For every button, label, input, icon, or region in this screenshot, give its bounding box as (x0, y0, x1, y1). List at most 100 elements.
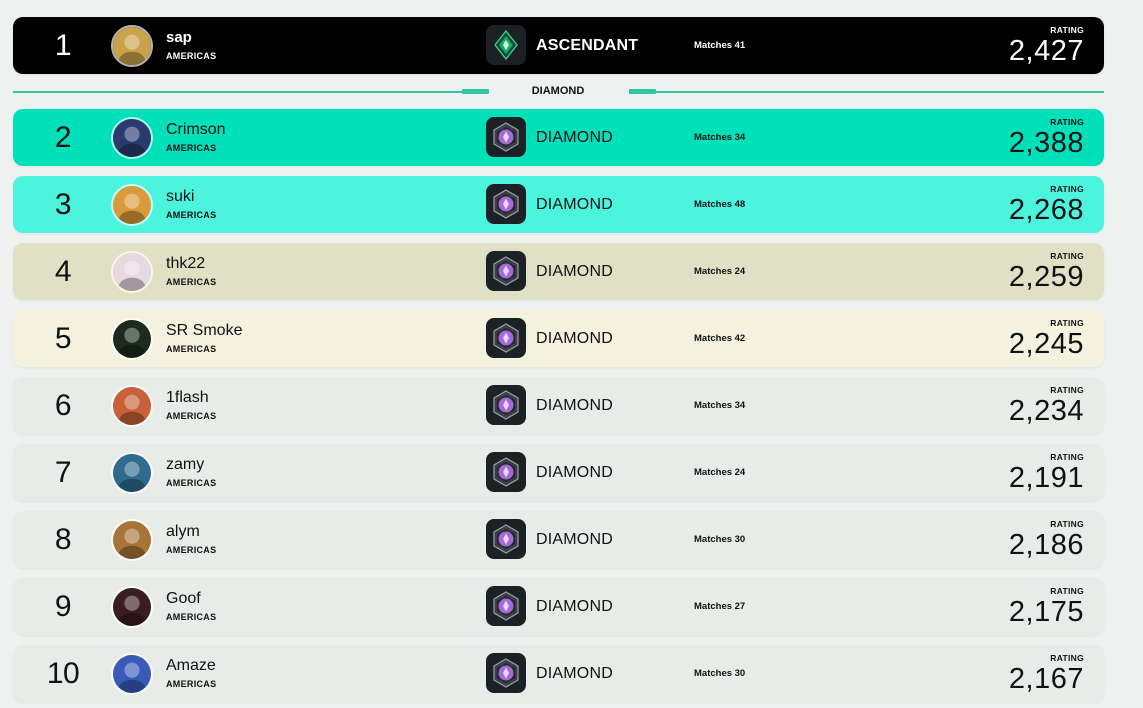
player-name[interactable]: SR Smoke (166, 322, 242, 340)
player-avatar[interactable] (111, 184, 153, 226)
player-avatar[interactable] (111, 117, 153, 159)
tier-name: DIAMOND (536, 665, 613, 682)
leaderboard-row[interactable]: 10 Amaze AMERICAS DIAMOND Matches 30 RATING 2,… (13, 645, 1104, 702)
diamond-icon (486, 251, 526, 291)
matches-count: Matches 48 (694, 199, 746, 210)
rating-label: RATING (1050, 586, 1084, 596)
diamond-icon (486, 184, 526, 224)
player-region: AMERICAS (166, 411, 217, 421)
player-region: AMERICAS (166, 51, 217, 61)
rank-number: 7 (54, 456, 72, 489)
rating-value: 2,175 (1008, 596, 1084, 628)
rank-number: 4 (54, 255, 72, 288)
player-avatar[interactable] (111, 452, 153, 494)
leaderboard-row[interactable]: 3 suki AMERICAS DIAMOND Matches 48 RATING 2,26… (13, 176, 1104, 233)
tier-name: DIAMOND (536, 196, 613, 213)
rating-value: 2,167 (1008, 663, 1084, 695)
rank-number: 3 (54, 188, 72, 221)
matches-count: Matches 41 (694, 40, 746, 51)
tier-name: DIAMOND (536, 464, 613, 481)
rating-value: 2,268 (1008, 194, 1084, 226)
player-avatar[interactable] (111, 519, 153, 561)
diamond-icon (486, 452, 526, 492)
rating-value: 2,245 (1008, 328, 1084, 360)
tier-name: ASCENDANT (536, 37, 639, 54)
rating-label: RATING (1050, 653, 1084, 663)
player-region: AMERICAS (166, 143, 217, 153)
rating-label: RATING (1050, 25, 1084, 35)
rating-label: RATING (1050, 318, 1084, 328)
divider-accent-left (462, 89, 489, 94)
rank-number: 8 (54, 523, 72, 556)
rank-number: 2 (54, 121, 72, 154)
tier-name: DIAMOND (536, 129, 613, 146)
matches-count: Matches 27 (694, 601, 746, 612)
leaderboard-row[interactable]: 5 SR Smoke AMERICAS DIAMOND Matches 42 RATING… (13, 310, 1104, 367)
divider-accent-right (629, 89, 656, 94)
leaderboard-row[interactable]: 4 thk22 AMERICAS DIAMOND Matches 24 RATING 2,2… (13, 243, 1104, 300)
leaderboard-row[interactable]: 2 Crimson AMERICAS DIAMOND Matches 34 RATING 2… (13, 109, 1104, 166)
divider-label: DIAMOND (531, 85, 585, 97)
player-avatar[interactable] (111, 653, 153, 695)
rank-number: 1 (54, 29, 72, 62)
player-name[interactable]: thk22 (166, 255, 205, 273)
player-region: AMERICAS (166, 478, 217, 488)
matches-count: Matches 34 (694, 400, 746, 411)
rating-label: RATING (1050, 117, 1084, 127)
player-name[interactable]: suki (166, 188, 194, 206)
player-name[interactable]: Amaze (166, 657, 216, 675)
matches-count: Matches 24 (694, 467, 746, 478)
leaderboard-row[interactable]: 7 zamy AMERICAS DIAMOND Matches 24 RATING 2,19… (13, 444, 1104, 501)
leaderboard-row[interactable]: 8 alym AMERICAS DIAMOND Matches 30 RATING 2,18… (13, 511, 1104, 568)
rating-label: RATING (1050, 385, 1084, 395)
rating-label: RATING (1050, 519, 1084, 529)
leaderboard-row[interactable]: 1 sap AMERICAS ASCENDANT Matches 41 RATING 2,4… (13, 17, 1104, 74)
player-avatar[interactable] (111, 318, 153, 360)
diamond-icon (486, 385, 526, 425)
rank-number: 10 (46, 657, 80, 690)
player-region: AMERICAS (166, 344, 217, 354)
player-name[interactable]: Goof (166, 590, 201, 608)
player-region: AMERICAS (166, 545, 217, 555)
rating-label: RATING (1050, 452, 1084, 462)
matches-count: Matches 30 (694, 668, 746, 679)
player-name[interactable]: 1flash (166, 389, 209, 407)
leaderboard-row[interactable]: 6 1flash AMERICAS DIAMOND Matches 34 RATING 2,… (13, 377, 1104, 434)
player-avatar[interactable] (111, 25, 153, 67)
divider-line-right (656, 91, 1104, 93)
rating-label: RATING (1050, 184, 1084, 194)
matches-count: Matches 34 (694, 132, 746, 143)
rating-value: 2,191 (1008, 462, 1084, 494)
player-region: AMERICAS (166, 210, 217, 220)
rating-value: 2,388 (1008, 127, 1084, 159)
player-name[interactable]: Crimson (166, 121, 226, 139)
rating-value: 2,234 (1008, 395, 1084, 427)
leaderboard-row[interactable]: 9 Goof AMERICAS DIAMOND Matches 27 RATING 2,17… (13, 578, 1104, 635)
rating-value: 2,427 (1008, 35, 1084, 67)
player-avatar[interactable] (111, 586, 153, 628)
player-region: AMERICAS (166, 277, 217, 287)
rank-number: 9 (54, 590, 72, 623)
divider-line-left (13, 91, 462, 93)
player-avatar[interactable] (111, 251, 153, 293)
player-avatar[interactable] (111, 385, 153, 427)
diamond-icon (486, 117, 526, 157)
player-name[interactable]: sap (166, 29, 192, 46)
ascendant-icon (486, 25, 526, 65)
player-region: AMERICAS (166, 612, 217, 622)
rating-value: 2,259 (1008, 261, 1084, 293)
tier-divider: DIAMOND (13, 84, 1104, 98)
tier-name: DIAMOND (536, 598, 613, 615)
player-region: AMERICAS (166, 679, 217, 689)
diamond-icon (486, 653, 526, 693)
player-name[interactable]: alym (166, 523, 200, 541)
matches-count: Matches 24 (694, 266, 746, 277)
tier-name: DIAMOND (536, 263, 613, 280)
matches-count: Matches 30 (694, 534, 746, 545)
player-name[interactable]: zamy (166, 456, 204, 474)
tier-name: DIAMOND (536, 397, 613, 414)
rank-number: 5 (54, 322, 72, 355)
matches-count: Matches 42 (694, 333, 746, 344)
tier-name: DIAMOND (536, 330, 613, 347)
diamond-icon (486, 519, 526, 559)
